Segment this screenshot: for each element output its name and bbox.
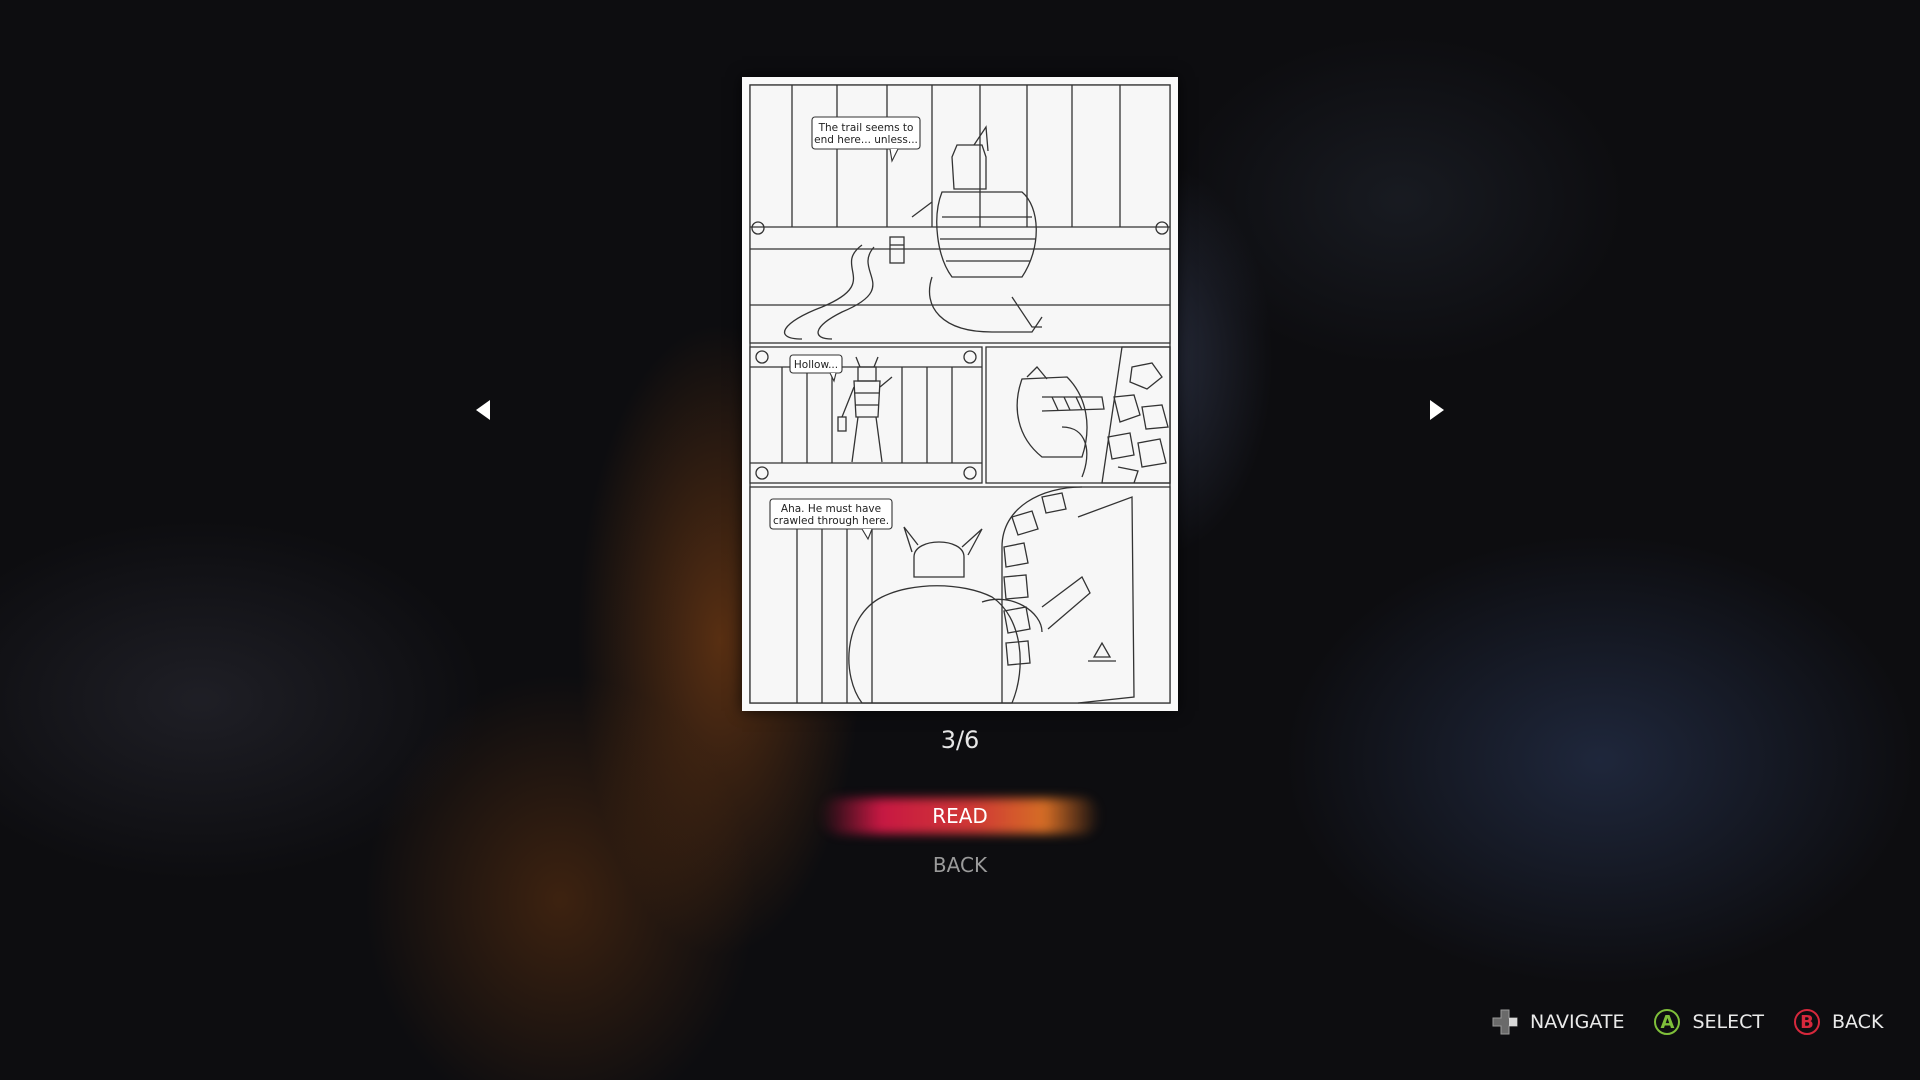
a-button-icon: A xyxy=(1654,1009,1681,1035)
speech-text: end here... unless... xyxy=(814,134,918,146)
blurred-background: The trail seems to end here... unless...… xyxy=(0,0,1920,1080)
page-counter: 3/6 xyxy=(940,726,980,754)
hint-select-label: SELECT xyxy=(1692,1011,1764,1033)
a-button-glyph: A xyxy=(1660,1011,1675,1033)
hint-back-label: BACK xyxy=(1831,1011,1884,1033)
speech-text: The trail seems to xyxy=(818,122,914,134)
next-page-arrow-icon[interactable] xyxy=(1424,398,1448,422)
comic-panel-3 xyxy=(985,346,1171,484)
controller-hints: NAVIGATE A SELECT B BACK xyxy=(1460,1004,1883,1040)
speech-text: Aha. He must have xyxy=(781,503,881,515)
hint-navigate-label: NAVIGATE xyxy=(1530,1011,1625,1033)
read-button-label: READ xyxy=(932,804,988,828)
speech-text: crawled through here. xyxy=(773,515,889,527)
back-button-label: BACK xyxy=(932,853,988,877)
hint-navigate[interactable]: NAVIGATE xyxy=(1490,1007,1624,1037)
b-button-glyph: B xyxy=(1800,1011,1814,1033)
hint-select[interactable]: A SELECT xyxy=(1654,1009,1764,1035)
comic-panel-2 xyxy=(749,346,983,484)
comic-page: The trail seems to end here... unless...… xyxy=(742,77,1178,711)
read-button[interactable]: READ xyxy=(810,796,1110,836)
dpad-icon xyxy=(1492,1009,1518,1035)
b-button-icon: B xyxy=(1793,1009,1820,1035)
speech-text: Hollow... xyxy=(794,359,838,371)
back-button[interactable]: BACK xyxy=(810,845,1110,885)
previous-page-arrow-icon[interactable] xyxy=(472,398,496,422)
hint-back[interactable]: B BACK xyxy=(1793,1009,1884,1035)
